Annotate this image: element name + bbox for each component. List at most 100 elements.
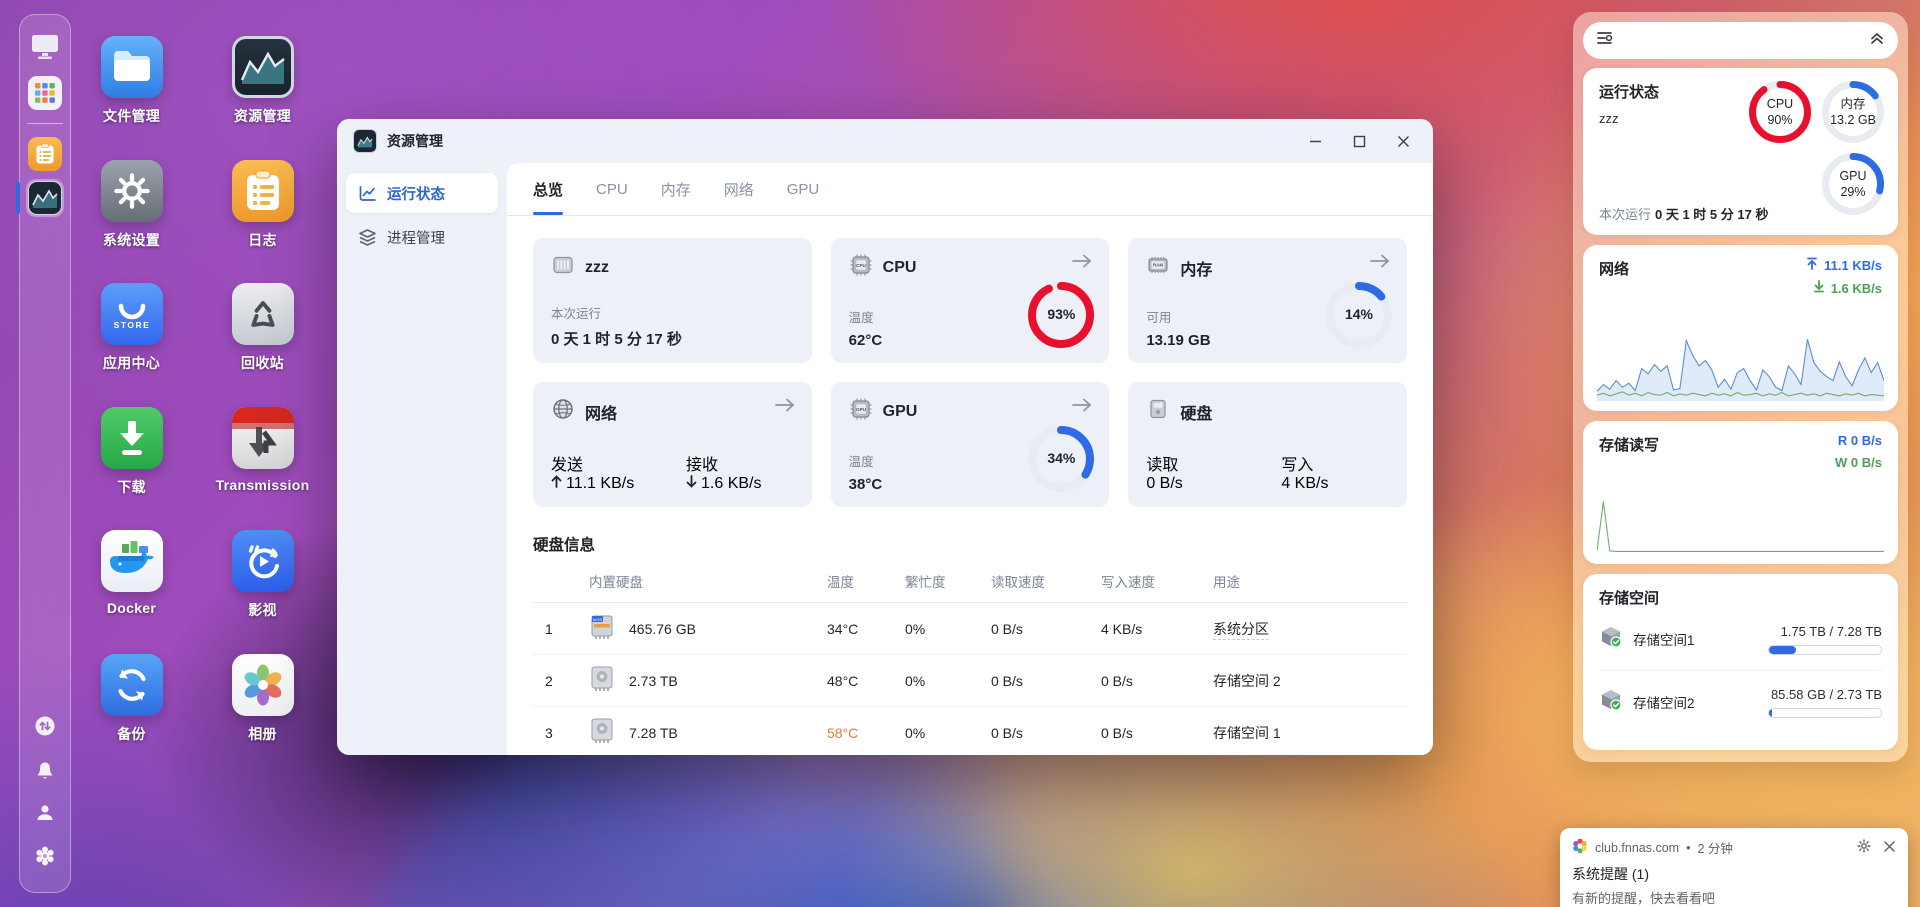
desktop-icon-label: Transmission [216,477,310,493]
dock-item-logs[interactable] [26,135,64,173]
write-value: W 0 B/s [1835,455,1882,470]
close-button[interactable] [1381,124,1425,158]
cpu-usage-ring: CPU90% [1749,81,1811,143]
card-title: GPU [883,403,918,421]
transfer-icon[interactable] [34,715,56,742]
disk-info-heading: 硬盘信息 [533,533,1407,555]
desktop-icon-backup[interactable]: 备份 [66,654,197,778]
settings-icon[interactable] [34,845,56,872]
table-row: 3 7.28 TB 58°C 0% 0 B/s 0 B/s 存储空间 1 [533,707,1407,756]
photos-flower-icon [232,654,294,716]
sidebar-item-process-management[interactable]: 进程管理 [346,217,498,257]
file-manager-icon [101,36,163,98]
memory-available-label: 可用 [1146,307,1210,326]
read-value: R 0 B/s [1838,433,1882,448]
tab-memory[interactable]: 内存 [661,163,691,215]
storage-progress-bar [1768,708,1882,718]
disk-card: 硬盘 读取 0 B/s 写入 4 KB/s [1128,382,1407,507]
memory-usage-ring: 14% [1326,282,1392,348]
host-name: zzz [585,259,609,277]
gpu-chip-icon: GPU [849,397,873,426]
widget-filter-icon[interactable] [1596,30,1614,51]
network-sparkline [1597,329,1884,401]
disk-read-value: 0 B/s [1146,475,1281,493]
desktop-icon-file-manager[interactable]: 文件管理 [66,36,197,160]
cpu-usage-ring: 93% [1028,282,1094,348]
widget-panel-header [1583,22,1898,59]
overview-panel: zzz 本次运行 0 天 1 时 5 分 17 秒 CPU [507,216,1433,755]
desktop-icon-transmission[interactable]: Transmission [197,407,328,531]
window-sidebar: 运行状态 进程管理 [337,163,507,755]
cpu-card: CPU CPU 温度 62°C [831,238,1110,363]
collapse-chevron-icon[interactable] [1869,31,1885,50]
resource-monitor-icon [232,36,294,98]
table-header-row: 内置硬盘 温度 繁忙度 读取速度 写入速度 用途 [533,559,1407,603]
store-bag-icon: STORE [101,283,163,345]
desktop-icon-label: 回收站 [241,353,284,373]
resource-manager-window: 资源管理 运行状态 [337,119,1433,755]
desktop-icon-label: 文件管理 [103,106,160,126]
notification-toast[interactable]: club.fnnas.com • 2 分钟 系统提醒 (1) 有新的提醒，快去看… [1560,828,1908,907]
storage-space-item[interactable]: 存储空间2 85.58 GB / 2.73 TB [1599,670,1882,733]
desktop-icon-docker[interactable]: Docker [66,530,197,654]
desktop-icon-resource-monitor[interactable]: 资源管理 [197,36,328,160]
window-titlebar[interactable]: 资源管理 [337,119,1433,163]
user-icon[interactable] [35,803,55,828]
desktop: 文件管理 资源管理 系统设置 日志 STORE 应用中心 [0,0,1920,907]
desktop-icon-recycle-bin[interactable]: 回收站 [197,283,328,407]
app-grid-icon [28,76,62,110]
desktop-icon [29,32,61,67]
gpu-temp-label: 温度 [849,451,883,470]
svg-text:fnOS: fnOS [593,617,602,622]
notification-close-icon[interactable] [1883,840,1896,856]
hard-drive-icon [1146,397,1170,426]
maximize-button[interactable] [1337,124,1381,158]
dock-item-app-grid[interactable] [26,74,64,112]
dock-item-resource-monitor[interactable] [26,179,64,217]
navigate-arrow-icon[interactable] [774,397,796,418]
desktop-icon-app-center[interactable]: STORE 应用中心 [66,283,197,407]
desktop-icon-downloads[interactable]: 下载 [66,407,197,531]
card-title: 硬盘 [1180,400,1212,424]
svg-text:STORE: STORE [113,320,150,330]
tab-overview[interactable]: 总览 [533,163,563,215]
desktop-icon-system-settings[interactable]: 系统设置 [66,160,197,284]
memory-available-value: 13.19 GB [1146,332,1210,349]
tab-gpu[interactable]: GPU [787,163,820,215]
navigate-arrow-icon[interactable] [1071,397,1093,418]
desktop-icon-label: 日志 [248,230,277,250]
sidebar-item-running-status[interactable]: 运行状态 [346,173,498,213]
desktop-icon-photos[interactable]: 相册 [197,654,328,778]
uptime-text: 本次运行0 天 1 时 5 分 17 秒 [1599,204,1768,223]
notification-time: 2 分钟 [1697,838,1732,857]
navigate-arrow-icon[interactable] [1071,253,1093,274]
navigate-arrow-icon[interactable] [1369,253,1391,274]
desktop-icon-video[interactable]: 影视 [197,530,328,654]
storage-rw-sparkline [1597,496,1884,554]
nas-server-icon [551,253,575,282]
storage-progress-bar [1768,645,1882,655]
desktop-icon-logs[interactable]: 日志 [197,160,328,284]
bell-icon[interactable] [34,759,56,786]
host-card: zzz 本次运行 0 天 1 时 5 分 17 秒 [533,238,812,363]
upload-icon [1806,257,1818,273]
tab-cpu[interactable]: CPU [596,163,628,215]
hdd-icon [589,665,615,696]
cpu-temp-label: 温度 [849,307,883,326]
notification-settings-gear-icon[interactable] [1857,839,1871,856]
send-label: 发送 [551,451,686,475]
window-title: 资源管理 [387,131,443,151]
log-app-icon [28,137,62,171]
sync-arrows-icon [101,654,163,716]
minimize-button[interactable] [1293,124,1337,158]
clipboard-icon [232,160,294,222]
transmission-icon [232,407,294,469]
gpu-usage-ring: 34% [1028,426,1094,492]
tab-network[interactable]: 网络 [724,163,754,215]
dock-item-desktop[interactable] [26,30,64,68]
storage-space-item[interactable]: 存储空间1 1.75 TB / 7.28 TB [1599,608,1882,670]
ram-chip-icon: RAM [1146,253,1170,282]
disk-read-label: 读取 [1146,451,1281,475]
recv-value: 1.6 KB/s [701,475,761,492]
resource-monitor-icon [28,181,62,215]
